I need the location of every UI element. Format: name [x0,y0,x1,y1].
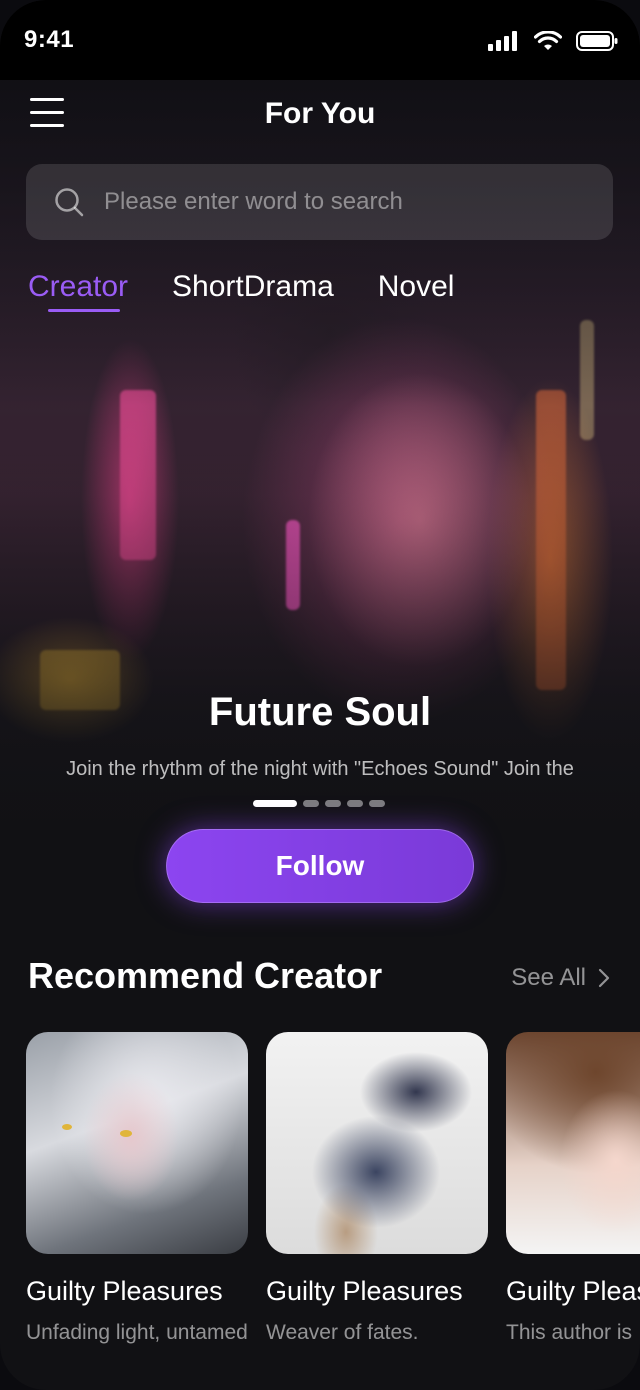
app-header: For You [0,80,640,150]
tab-creator[interactable]: Creator [28,270,128,312]
follow-button[interactable]: Follow [166,829,474,903]
carousel-dot[interactable] [369,800,385,807]
creator-list: Guilty Pleasures Unfading light, untamed… [26,1032,640,1345]
carousel-dot[interactable] [325,800,341,807]
carousel-dot[interactable] [347,800,363,807]
see-all-link[interactable]: See All [511,964,610,992]
creator-avatar-image [266,1032,488,1254]
category-tabs: Creator ShortDrama Novel [28,270,454,312]
creator-name: Guilty Pleasures [26,1276,223,1306]
creator-description: Weaver of fates. [266,1321,419,1344]
creator-avatar-image [506,1032,640,1254]
creator-description: Unfading light, untamed [26,1321,248,1344]
wifi-icon [534,31,562,50]
status-icons [488,31,618,51]
tab-shortdrama[interactable]: ShortDrama [172,270,334,312]
creator-name: Guilty Pleasures [266,1276,463,1306]
creator-avatar-image [26,1032,248,1254]
creator-card[interactable]: Guilty Pleasures Unfading light, untamed [26,1032,248,1345]
status-bar: 9:41 [0,0,640,80]
creator-card[interactable]: Guilty Pleasures Weaver of fates. [266,1032,488,1345]
tab-novel[interactable]: Novel [378,270,455,312]
search-input[interactable] [102,187,613,217]
carousel-dot[interactable] [303,800,319,807]
carousel-indicator [253,800,385,807]
creator-card[interactable]: Guilty Pleasures This author is [506,1032,640,1345]
signal-icon [488,31,517,51]
hero-title: Future Soul [208,690,432,734]
creator-name: Guilty Pleasures [506,1276,640,1306]
section-title: Recommend Creator [28,955,383,996]
page-title: For You [264,97,376,130]
chevron-right-icon [598,968,610,988]
see-all-label: See All [511,964,586,991]
search-icon [55,188,84,217]
app-screen: 9:41 For You Please enter word to search… [0,0,640,1390]
battery-icon [576,31,618,51]
carousel-dot-active[interactable] [253,800,297,807]
status-time: 9:41 [24,26,75,53]
search-bar[interactable] [26,164,613,240]
creator-description: This author is [506,1321,633,1344]
hero-subtitle: Join the rhythm of the night with "Echoe… [66,758,574,780]
